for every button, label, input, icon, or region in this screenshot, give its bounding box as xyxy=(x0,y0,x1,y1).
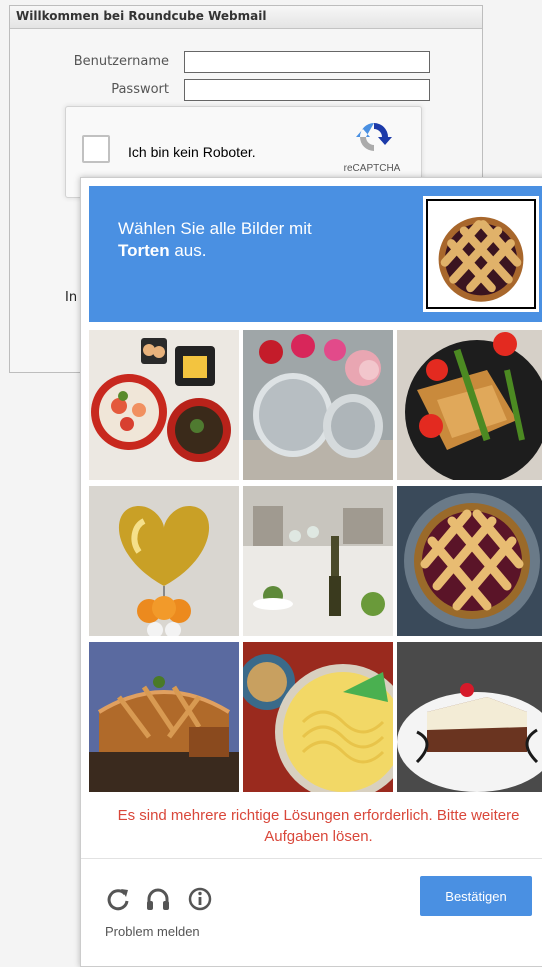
tile-2[interactable] xyxy=(243,330,393,480)
error-line-1: Es sind mehrere richtige Lösungen erford… xyxy=(117,807,520,824)
lattice-pie-image xyxy=(397,486,542,636)
tile-9[interactable] xyxy=(397,642,542,792)
sushi-bowls-image xyxy=(89,330,239,480)
username-row: Benutzername xyxy=(10,51,482,73)
recaptcha-label: Ich bin kein Roboter. xyxy=(128,144,256,160)
flower-vase-image xyxy=(243,330,393,480)
challenge-image-grid xyxy=(89,330,542,792)
tile-8[interactable] xyxy=(243,642,393,792)
partial-login-text: In xyxy=(65,290,78,305)
report-problem-link[interactable]: Problem melden xyxy=(105,924,200,939)
recaptcha-logo-icon xyxy=(354,119,394,155)
error-line-2: Aufgaben lösen. xyxy=(264,828,373,845)
sample-image xyxy=(423,196,539,312)
instruction-keyword: Torten xyxy=(118,241,170,260)
reload-icon[interactable] xyxy=(105,886,131,912)
ramen-bowl-image xyxy=(243,642,393,792)
tile-6[interactable] xyxy=(397,486,542,636)
recaptcha-challenge-popup: Wählen Sie alle Bilder mit Torten aus. E… xyxy=(80,177,542,967)
cake-slice-image xyxy=(397,642,542,792)
password-row: Passwort xyxy=(10,79,482,101)
meat-pie-image xyxy=(89,642,239,792)
instruction-prefix: Wählen Sie alle Bilder mit xyxy=(118,219,312,238)
verify-button[interactable]: Bestätigen xyxy=(420,876,532,916)
login-title: Willkommen bei Roundcube Webmail xyxy=(10,6,482,29)
challenge-instruction: Wählen Sie alle Bilder mit Torten aus. xyxy=(118,218,312,262)
recaptcha-brand: reCAPTCHA xyxy=(343,163,401,174)
password-input[interactable] xyxy=(184,79,430,101)
tile-7[interactable] xyxy=(89,642,239,792)
info-icon[interactable] xyxy=(187,886,213,912)
fried-toast-dish-image xyxy=(397,330,542,480)
audio-challenge-icon[interactable] xyxy=(145,886,171,912)
tile-4[interactable] xyxy=(89,486,239,636)
tile-1[interactable] xyxy=(89,330,239,480)
challenge-error-message: Es sind mehrere richtige Lösungen erford… xyxy=(81,805,542,847)
challenge-header: Wählen Sie alle Bilder mit Torten aus. xyxy=(89,186,542,322)
sample-lattice-pie-icon xyxy=(428,201,534,307)
username-input[interactable] xyxy=(184,51,430,73)
footer-divider xyxy=(81,858,542,859)
username-label: Benutzername xyxy=(73,54,169,69)
tile-5[interactable] xyxy=(243,486,393,636)
tile-3[interactable] xyxy=(397,330,542,480)
instruction-suffix: aus. xyxy=(169,241,207,260)
password-label: Passwort xyxy=(111,82,169,97)
heart-balloon-image xyxy=(89,486,239,636)
recaptcha-checkbox[interactable] xyxy=(82,135,110,163)
banquet-table-image xyxy=(243,486,393,636)
